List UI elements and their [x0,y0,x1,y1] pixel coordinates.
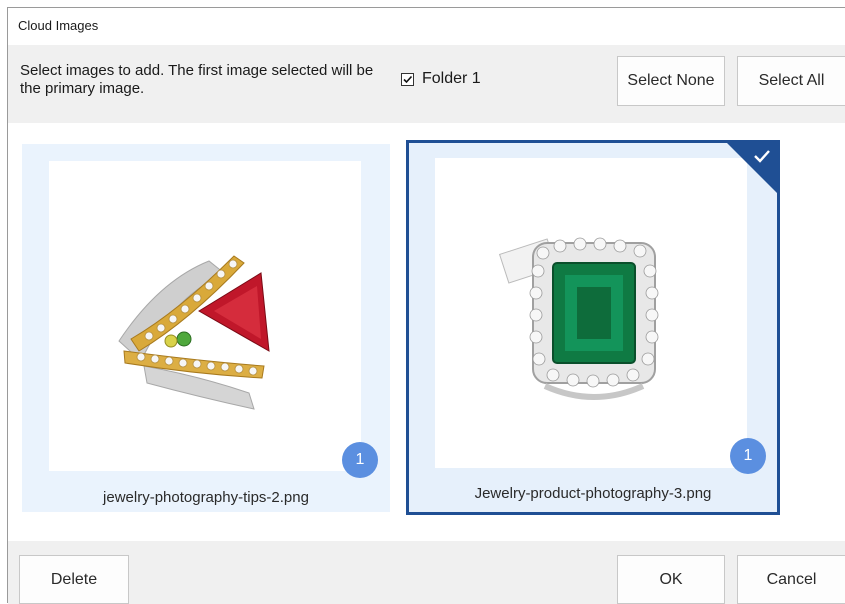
checkmark-icon [754,150,770,163]
select-all-button[interactable]: Select All [737,56,845,106]
folder-checkbox[interactable]: Folder 1 [401,70,481,88]
image-filename: Jewelry-product-photography-3.png [474,485,712,502]
selection-order-badge: 1 [730,438,766,474]
toolbar: Select images to add. The first image se… [8,45,845,123]
image-card-selected[interactable]: 1 Jewelry-product-photography-3.png [406,140,780,515]
delete-button[interactable]: Delete [19,555,129,604]
select-none-button[interactable]: Select None [617,56,725,106]
emerald-ring-photo-icon [435,158,747,468]
folder-label: Folder 1 [422,70,481,87]
cancel-button[interactable]: Cancel [737,555,845,604]
selection-order-badge: 1 [342,442,378,478]
image-filename: jewelry-photography-tips-2.png [103,489,309,506]
cloud-images-dialog: Cloud Images Select images to add. The f… [7,7,845,604]
window-title: Cloud Images [18,18,99,33]
instructions-text: Select images to add. The first image se… [20,62,374,97]
checkbox-checked-icon[interactable] [401,72,414,86]
title-bar: Cloud Images [8,8,845,44]
dialog-footer: Delete OK Cancel [8,541,845,604]
ruby-ring-photo-icon [49,161,361,471]
image-card[interactable]: 1 jewelry-photography-tips-2.png [22,144,390,512]
image-grid: 1 jewelry-photography-tips-2.png 1 Jewel… [8,123,845,541]
ok-button[interactable]: OK [617,555,725,604]
